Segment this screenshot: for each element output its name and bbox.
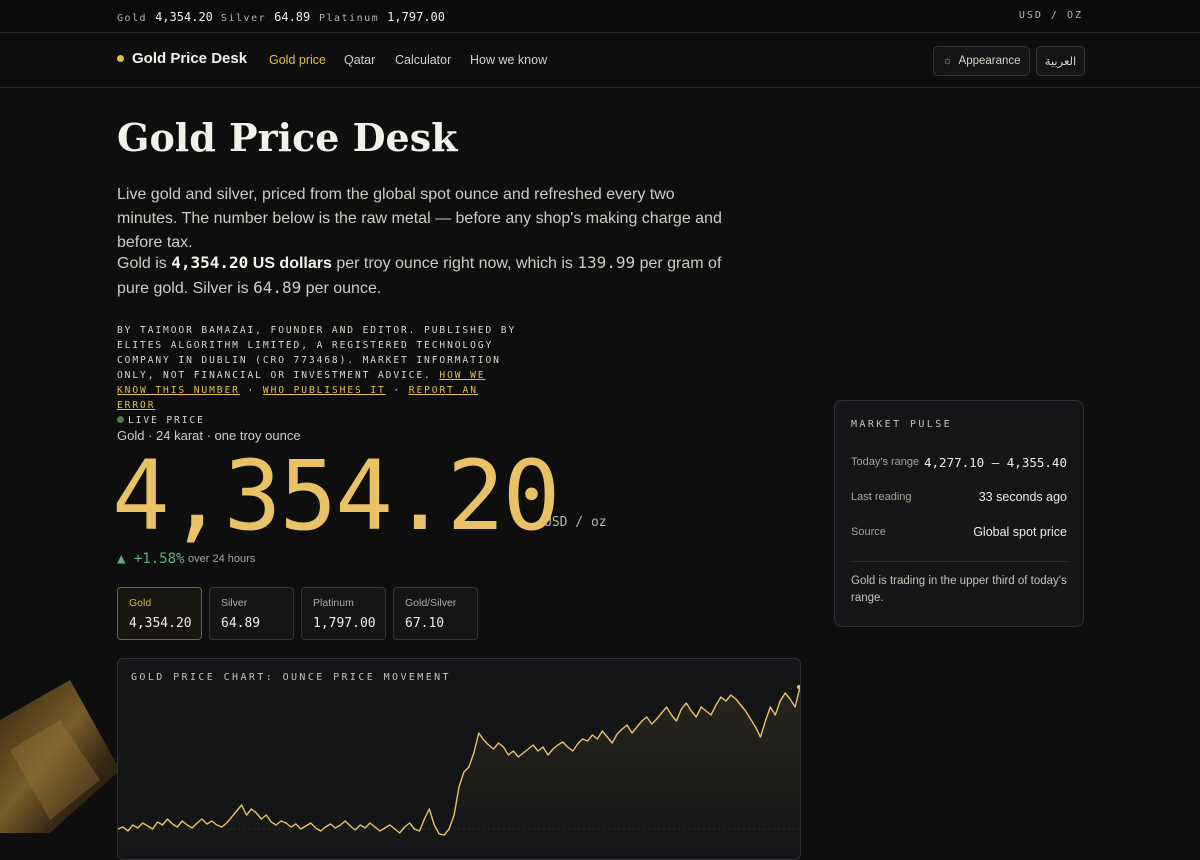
ticker-platinum-value: 1,797.00	[387, 10, 445, 24]
card-gold-silver-ratio[interactable]: Gold/Silver 67.10	[393, 587, 478, 640]
ticker-silver-label: Silver	[221, 13, 267, 24]
price-sentence: Gold is 4,354.20 US dollars per troy oun…	[117, 251, 747, 301]
ticker-unit: USD / OZ	[1018, 10, 1083, 21]
market-pulse-panel: Market Pulse Today's range 4,277.10 — 4,…	[834, 400, 1084, 627]
byline-sep-2: ·	[393, 385, 402, 396]
sentence-gold-usd: 4,354.20	[171, 253, 249, 272]
ticker-platinum-label: Platinum	[319, 13, 380, 24]
pulse-range-label: Today's range	[851, 456, 920, 468]
pulse-note: Gold is trading in the upper third of to…	[851, 575, 1067, 604]
card-ratio-value: 67.10	[405, 616, 445, 631]
brand-name: Gold Price Desk	[132, 50, 248, 67]
ticker-gold-value: 4,354.20	[155, 10, 213, 24]
card-silver-label: Silver	[221, 597, 248, 609]
sentence-part-4: per ounce.	[301, 280, 382, 297]
card-platinum[interactable]: Platinum 1,797.00	[301, 587, 386, 640]
ticker-gold: Gold 4,354.20	[117, 10, 213, 24]
nav-how-we-know[interactable]: How we know	[470, 53, 547, 67]
nav-qatar[interactable]: Qatar	[344, 53, 375, 67]
sun-icon: ☼	[942, 55, 953, 67]
pulse-divider	[851, 561, 1067, 562]
sentence-unit: US dollars	[248, 255, 332, 272]
pulse-last-reading-value: 33 seconds ago	[978, 490, 1067, 504]
byline-sep-1: ·	[247, 385, 256, 396]
brand-dot-icon	[117, 55, 124, 62]
intro-text: Live gold and silver, priced from the gl…	[117, 186, 722, 251]
card-gold-label: Gold	[129, 597, 152, 609]
price-change-note: over 24 hours	[188, 553, 256, 565]
card-platinum-label: Platinum	[313, 597, 354, 609]
byline: By Taimoor Bamazai, founder and editor. …	[117, 323, 517, 428]
gold-bar-decoration	[0, 680, 120, 833]
card-silver-value: 64.89	[221, 616, 261, 631]
sentence-part-1: Gold is	[117, 255, 172, 272]
brand-link[interactable]: Gold Price Desk	[117, 50, 247, 67]
ticker-bar: Gold 4,354.20 Silver 64.89 Platinum 1,797.0…	[0, 0, 1200, 33]
ticker-platinum: Platinum 1,797.00	[319, 10, 445, 24]
pulse-source-label: Source	[851, 526, 886, 538]
gold-price-unit: USD / oz	[544, 515, 607, 530]
sentence-part-2: per troy ounce right now, which is	[331, 255, 578, 272]
card-ratio-label: Gold/Silver	[405, 597, 457, 609]
gold-price-display: 4,354.20	[112, 440, 560, 552]
ticker-silver: Silver 64.89	[221, 10, 310, 24]
appearance-label: Appearance	[958, 55, 1021, 67]
card-gold-value: 4,354.20	[129, 616, 192, 631]
ticker-gold-label: Gold	[117, 13, 148, 24]
live-status-dot-icon	[117, 416, 124, 423]
language-button[interactable]: العربية	[1036, 46, 1085, 76]
pulse-source-value: Global spot price	[973, 525, 1067, 539]
live-price-label: Live price	[128, 415, 205, 426]
price-change: ▲ +1.58%	[117, 551, 185, 567]
ticker-silver-value: 64.89	[274, 10, 311, 24]
chart-plot	[118, 685, 800, 859]
card-gold[interactable]: Gold 4,354.20	[117, 587, 202, 640]
appearance-button[interactable]: ☼ Appearance	[933, 46, 1030, 76]
card-platinum-value: 1,797.00	[313, 616, 376, 631]
who-publishes-link[interactable]: Who publishes it	[263, 385, 386, 396]
page-title: Gold Price Desk	[117, 115, 458, 160]
nav-gold-price[interactable]: Gold price	[269, 53, 326, 67]
nav-calculator[interactable]: Calculator	[395, 53, 451, 67]
site-header: Gold Price Desk Gold price Qatar Calcula…	[0, 33, 1200, 88]
sentence-silver: 64.89	[253, 278, 302, 297]
pulse-last-reading-label: Last reading	[851, 491, 912, 503]
pulse-range-value: 4,277.10 — 4,355.40	[924, 455, 1067, 470]
sentence-gram: 139.99	[577, 253, 636, 272]
gold-price-chart: Gold price chart: ounce price movement	[117, 658, 801, 860]
card-silver[interactable]: Silver 64.89	[209, 587, 294, 640]
chart-last-point	[797, 685, 800, 689]
market-pulse-title: Market Pulse	[851, 419, 953, 430]
